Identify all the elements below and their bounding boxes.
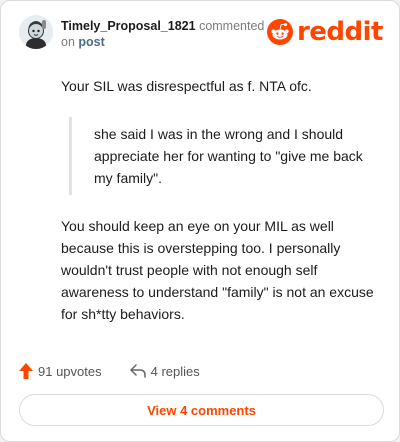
reddit-brand: reddit (266, 17, 384, 47)
reddit-logo-icon (266, 19, 293, 45)
reddit-wordmark: reddit (296, 17, 384, 47)
view-comments-button[interactable]: View 4 comments (19, 394, 384, 426)
on-text: on (61, 35, 75, 49)
reply-icon (129, 364, 146, 378)
comment-body: Your SIL was disrespectful as f. NTA ofc… (61, 75, 379, 325)
username-link[interactable]: Timely_Proposal_1821 (61, 19, 196, 33)
user-avatar[interactable] (19, 15, 53, 49)
upvote-arrow-icon (19, 363, 33, 379)
comment-quote: she said I was in the wrong and I should… (69, 117, 379, 195)
comment-actions: 91 upvotes 4 replies (19, 361, 200, 381)
reply-count: 4 replies (150, 363, 200, 379)
upvote-count: 91 upvotes (38, 363, 102, 379)
comment-card: Timely_Proposal_1821 commented on post r… (0, 0, 400, 442)
comment-intro: Your SIL was disrespectful as f. NTA ofc… (61, 78, 312, 94)
comment-main-text: You should keep an eye on your MIL as we… (61, 218, 374, 322)
action-text: commented (199, 19, 265, 33)
comment-meta: Timely_Proposal_1821 commented on post (61, 18, 264, 50)
avatar-character-icon (19, 15, 53, 49)
replies-button[interactable]: 4 replies (129, 363, 200, 379)
upvote-button[interactable]: 91 upvotes (19, 363, 102, 379)
comment-header: Timely_Proposal_1821 commented on post r… (19, 13, 385, 53)
post-link[interactable]: post (78, 35, 104, 49)
